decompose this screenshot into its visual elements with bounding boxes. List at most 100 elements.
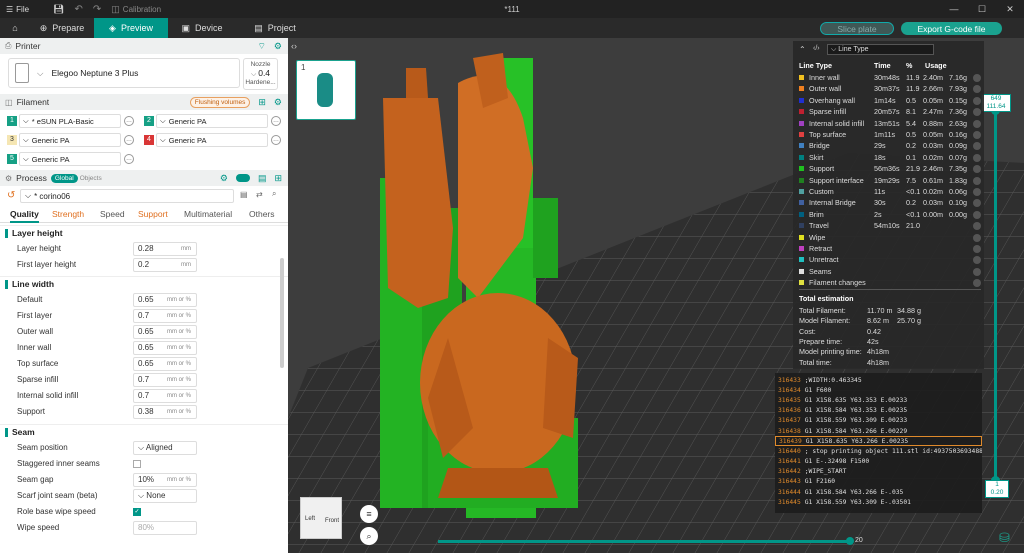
tab-project[interactable]: ▤ Project (236, 18, 314, 38)
maximize-icon[interactable]: ☐ (968, 0, 996, 18)
line-width-input[interactable]: 0.65 mm or % (133, 325, 197, 339)
gcode-line[interactable]: 316433 ;WIDTH:0.463345 (775, 375, 982, 385)
line-width-input[interactable]: 0.38 mm or % (133, 405, 197, 419)
visibility-eye-icon[interactable] (973, 165, 981, 174)
visibility-eye-icon[interactable] (973, 245, 981, 253)
flushing-volumes-button[interactable]: Flushing volumes (189, 96, 251, 108)
line-type-row[interactable]: Support 56m36s 21.9 2.46m 7.35g (799, 164, 981, 175)
gcode-line[interactable]: 316441 G1 E-.32498 F1500 (775, 457, 982, 467)
gcode-line[interactable]: 316436 G1 X158.584 Y63.353 E.00235 (775, 406, 982, 416)
undo-icon[interactable]: ↶ (75, 4, 83, 15)
line-width-input[interactable]: 0.7 mm or % (133, 373, 197, 387)
moves-slider[interactable] (438, 540, 850, 543)
tab-strength[interactable]: Strength (52, 209, 84, 219)
view-cube[interactable]: Left Front (300, 497, 342, 539)
gcode-line[interactable]: 316444 G1 X158.584 Y63.266 E-.035 (775, 487, 982, 497)
layer-slider-track[interactable] (994, 110, 997, 482)
visibility-eye-icon[interactable] (973, 153, 981, 162)
compare-icon[interactable]: ⇄ (256, 190, 263, 199)
line-type-row[interactable]: Seams (799, 267, 981, 278)
edit-icon[interactable]: … (271, 116, 281, 126)
view-type-select[interactable]: ⌵ Line Type (827, 44, 934, 55)
visibility-eye-icon[interactable] (973, 222, 981, 231)
filament-settings-icon[interactable]: ⚙︎ (274, 97, 282, 108)
compare-icon[interactable]: ⚙︎ (220, 173, 228, 184)
role-wipe-checkbox[interactable]: ✓ (133, 508, 141, 516)
line-type-row[interactable]: Bridge 29s 0.2 0.03m 0.09g (799, 141, 981, 152)
line-type-row[interactable]: Support interface 19m29s 7.5 0.61m 1.83g (799, 176, 981, 187)
line-type-row[interactable]: Skirt 18s 0.1 0.02m 0.07g (799, 153, 981, 164)
filament-slot-2[interactable]: 2 ⌵ Generic PA… (144, 114, 281, 128)
close-icon[interactable]: ✕ (996, 0, 1024, 18)
tab-others[interactable]: Others (249, 209, 275, 219)
line-type-row[interactable]: Unretract (799, 255, 981, 266)
search-icon[interactable]: ⌕ (272, 189, 276, 199)
search-settings-icon[interactable]: ⊞ (274, 173, 282, 184)
seam-gap-input[interactable]: 10% mm or % (133, 473, 197, 487)
tab-multimaterial[interactable]: Multimaterial (184, 209, 232, 219)
filament-slot-5[interactable]: 5 ⌵ Generic PA… (7, 152, 134, 166)
line-type-row[interactable]: Inner wall 30m48s 11.9 2.40m 7.16g (799, 73, 981, 84)
visibility-eye-icon[interactable] (973, 210, 981, 219)
tab-support[interactable]: Support (138, 209, 168, 219)
gcode-line[interactable]: 316445 G1 X158.559 Y63.309 E-.03501 (775, 497, 982, 507)
slice-plate-button[interactable]: Slice plate (820, 22, 894, 35)
visibility-eye-icon[interactable] (973, 96, 981, 105)
visibility-eye-icon[interactable] (973, 85, 981, 94)
line-width-input[interactable]: 0.65 mm or % (133, 357, 197, 371)
process-objects-toggle[interactable]: Objects (76, 174, 106, 183)
gcode-line[interactable]: 316442 ;WIPE_START (775, 467, 982, 477)
save-icon[interactable]: 💾︎ (53, 4, 64, 15)
visibility-eye-icon[interactable] (973, 267, 981, 276)
tab-home[interactable]: ⌂ (0, 18, 30, 38)
visibility-eye-icon[interactable] (973, 256, 981, 265)
layer-height-input[interactable]: 0.28 mm (133, 242, 197, 256)
gcode-line[interactable]: 316443 G1 F2160 (775, 477, 982, 487)
line-type-row[interactable]: Internal solid infill 13m51s 5.4 0.88m 2.63g (799, 119, 981, 130)
visibility-eye-icon[interactable] (973, 131, 981, 139)
collapse-sidebar-button[interactable]: ‹› (291, 41, 303, 53)
gcode-line[interactable]: 316435 G1 X158.635 Y63.353 E.00233 (775, 395, 982, 405)
visibility-eye-icon[interactable] (973, 74, 981, 82)
tab-speed[interactable]: Speed (100, 209, 125, 219)
scarf-seam-select[interactable]: ⌵ None (133, 489, 197, 503)
plate-thumbnail[interactable]: 1 (296, 60, 356, 120)
file-menu[interactable]: ☰ File (0, 5, 35, 14)
wifi-icon[interactable]: ⌔ (257, 41, 265, 52)
seam-position-select[interactable]: ⌵ Aligned (133, 441, 197, 455)
tab-device[interactable]: ▣ Device (168, 18, 236, 38)
gcode-line[interactable]: 316440; stop printing object 111.stl id:… (775, 446, 982, 456)
calibration-menu[interactable]: Calibration (123, 5, 161, 14)
add-filament-icon[interactable]: ⊞ (258, 97, 266, 108)
visibility-eye-icon[interactable] (973, 199, 981, 208)
gcode-line[interactable]: 316438 G1 X158.584 Y63.266 E.00229 (775, 426, 982, 436)
filament-slot-4[interactable]: 4 ⌵ Generic PA… (144, 133, 281, 147)
export-gcode-button[interactable]: Export G-code file (901, 22, 1002, 35)
line-type-row[interactable]: Overhang wall 1m14s 0.5 0.05m 0.15g (799, 96, 981, 107)
line-width-input[interactable]: 0.65 mm or % (133, 293, 197, 307)
gcode-line[interactable]: 316434 G1 F600 (775, 385, 982, 395)
edit-icon[interactable]: … (124, 135, 134, 145)
advanced-toggle[interactable] (235, 174, 250, 182)
line-type-row[interactable]: Brim 2s <0.1 0.00m 0.00g (799, 210, 981, 221)
filament-slot-1[interactable]: 1 ⌵ * eSUN PLA-Basic… (7, 114, 134, 128)
gcode-line[interactable]: 316439 G1 X158.635 Y63.266 E.00235 (775, 436, 982, 447)
nozzle-select[interactable]: Nozzle ⌵ 0.4 Hardene... (243, 58, 278, 90)
line-type-row[interactable]: Filament changes (799, 278, 981, 289)
line-type-row[interactable]: Wipe (799, 233, 981, 244)
line-type-row[interactable]: Internal Bridge 30s 0.2 0.03m 0.10g (799, 198, 981, 209)
filament-slot-3[interactable]: 3 ⌵ Generic PA… (7, 133, 134, 147)
redo-icon[interactable]: ↷ (93, 4, 101, 15)
line-type-row[interactable]: Custom 11s <0.1 0.02m 0.06g (799, 187, 981, 198)
line-width-input[interactable]: 0.65 mm or % (133, 341, 197, 355)
line-type-row[interactable]: Retract (799, 244, 981, 255)
line-type-row[interactable]: Sparse infill 20m57s 8.1 2.47m 7.36g (799, 107, 981, 118)
view-menu-button[interactable]: ≡ (360, 505, 378, 523)
line-type-row[interactable]: Travel 54m10s 21.0 (799, 221, 981, 232)
save-icon[interactable]: ▤ (240, 190, 248, 199)
staggered-seams-checkbox[interactable] (133, 460, 141, 468)
collapse-icon[interactable]: ⌃ (799, 45, 806, 54)
first-layer-height-input[interactable]: 0.2 mm (133, 258, 197, 272)
code-view-icon[interactable]: ‹/› (813, 45, 820, 52)
sidebar-scrollbar[interactable] (280, 258, 284, 368)
